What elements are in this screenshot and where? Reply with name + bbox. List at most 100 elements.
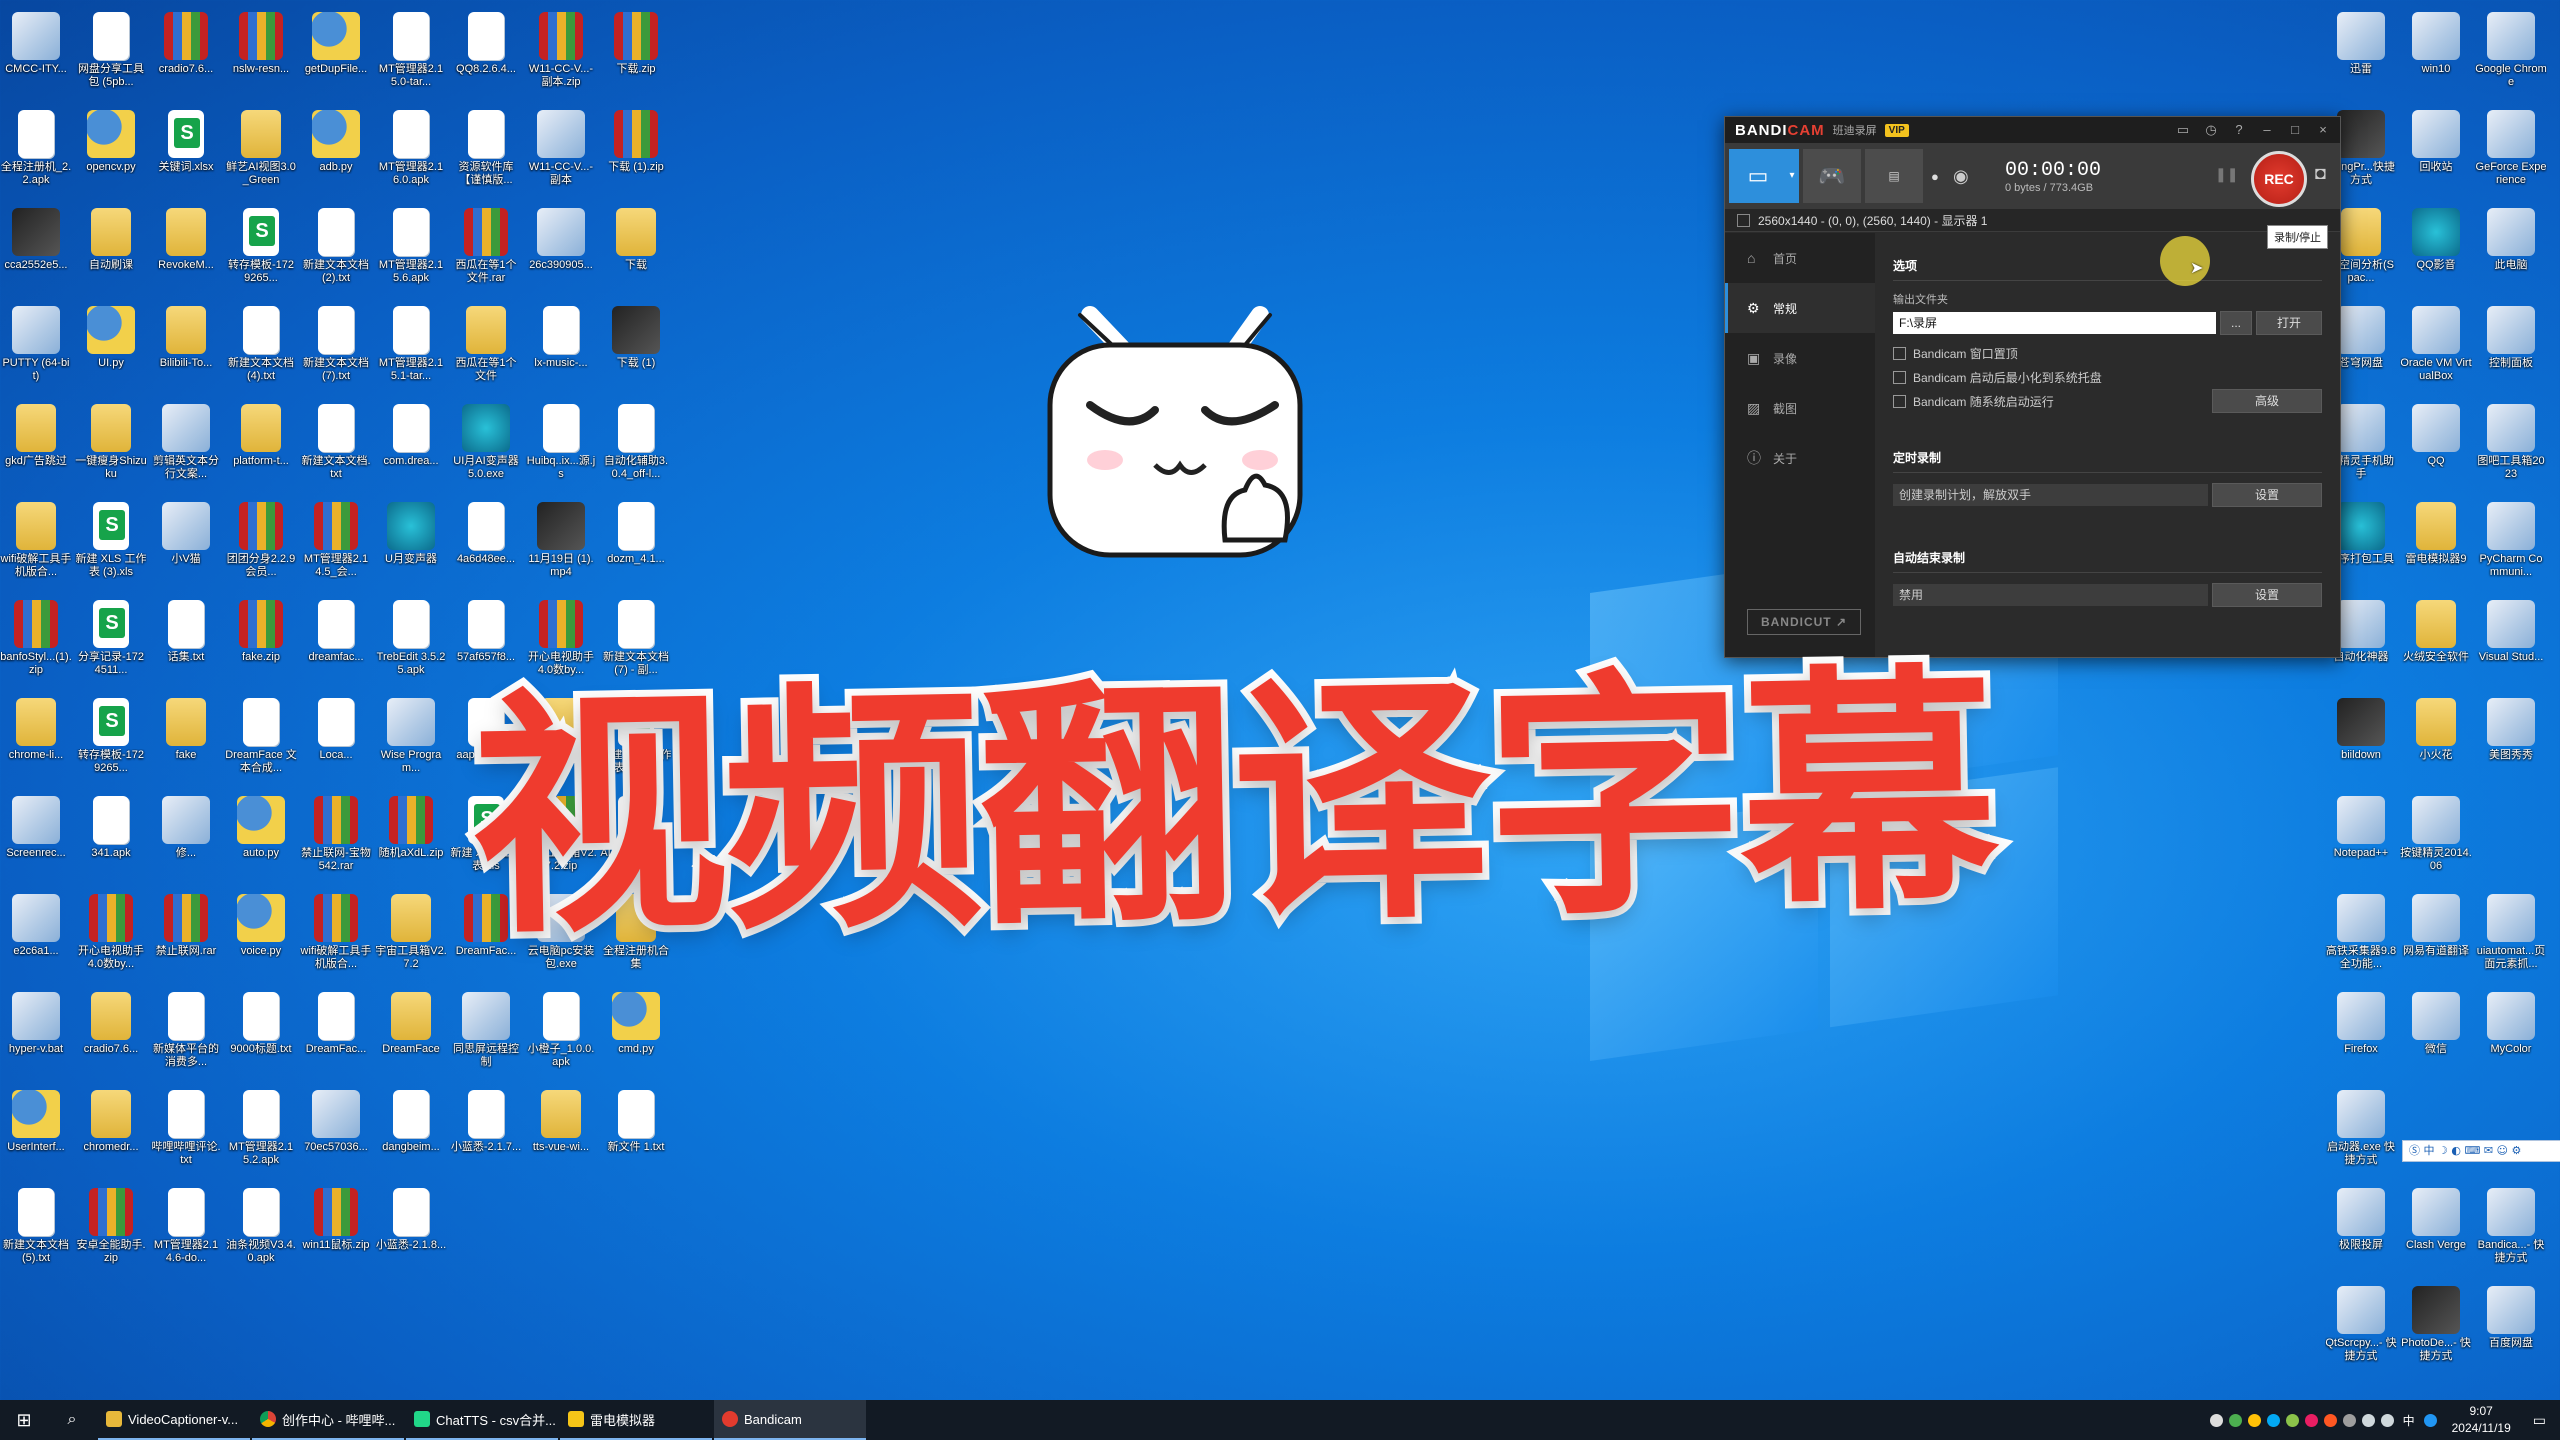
screenshot-icon[interactable]: ◘ [2315,163,2326,184]
desktop-icon[interactable]: 火绒安全软件 [2400,594,2472,690]
task-ldplayer[interactable]: 雷电模拟器 [560,1400,712,1440]
desktop-icon[interactable]: 新文件 1.txt [600,1084,672,1180]
clock[interactable]: 9:07 2024/11/19 [2452,1403,2511,1437]
tray-app-icon[interactable] [2209,1413,2223,1427]
desktop-icon[interactable]: cradio7.6... [75,986,147,1082]
desktop-icon[interactable]: win10 [2400,6,2472,102]
desktop-icon[interactable]: 美图秀秀 [2475,692,2547,788]
desktop-icon[interactable]: 新建 XLS 工作表 (3).xls [75,496,147,592]
autostop-settings-button[interactable]: 设置 [2212,583,2322,607]
desktop-icon[interactable]: PUTTY (64-bit) [0,300,72,396]
desktop-icon[interactable]: 网易有道翻译 [2400,888,2472,984]
desktop-icon[interactable]: MT管理器2.14.5_会... [300,496,372,592]
desktop-icon[interactable]: fake.zip [225,594,297,690]
desktop-icon[interactable]: MT管理器2.16.0.apk [375,104,447,200]
desktop-icon[interactable]: 下载 (1) [600,300,672,396]
desktop-icon[interactable]: adb.py [300,104,372,200]
pause-icon[interactable]: ❚❚ [2215,166,2238,183]
bandicam-window[interactable]: BANDICAM 班迪录屏 VIP ▭ ◷ ? – □ × ▭ ▾ 🎮 ▤ ● … [1724,116,2341,658]
desktop-icon[interactable]: cradio7.6... [150,6,222,102]
game-mode-button[interactable]: 🎮 [1803,149,1861,203]
desktop-icon[interactable]: GeForce Experience [2475,104,2547,200]
open-button[interactable]: 打开 [2256,311,2322,335]
desktop-icon[interactable]: 资源软件库【谨慎版... [450,104,522,200]
desktop-icon[interactable]: tts-vue-wi... [525,1084,597,1180]
desktop-icon[interactable]: 11月19日 (1).mp4 [525,496,597,592]
desktop-icon[interactable]: 一键瘦身Shizuku [75,398,147,494]
maximize-icon[interactable]: □ [2286,121,2304,139]
desktop-icon[interactable]: MT管理器2.15.1-tar... [375,300,447,396]
desktop-icon[interactable]: 安卓全能助手.zip [75,1182,147,1278]
desktop-icon[interactable]: Firefox [2325,986,2397,1082]
desktop-icon[interactable]: Oracle VM VirtualBox [2400,300,2472,396]
close-icon[interactable]: × [2314,121,2332,139]
webcam-icon[interactable]: ◉ [1953,166,1983,187]
desktop-icon[interactable]: 高铁采集器9.8全功能... [2325,888,2397,984]
desktop-icon[interactable]: QQ8.2.6.4... [450,6,522,102]
desktop-icon[interactable]: Wise Program... [375,692,447,788]
desktop-icon[interactable]: 雷电模拟器9 [2400,496,2472,592]
nav-home[interactable]: ⌂ 首页 [1725,233,1875,283]
desktop-icon[interactable]: e2c6a1... [0,888,72,984]
desktop-icon[interactable]: getDupFile... [300,6,372,102]
desktop-icon[interactable]: 新建文本文档 (2).txt [300,202,372,298]
desktop-icon[interactable]: 鲜艺AI视图3.0_Green [225,104,297,200]
desktop-icon[interactable]: TrebEdit 3.5.25.apk [375,594,447,690]
desktop-icon[interactable]: Clash Verge [2400,1182,2472,1278]
desktop-icon[interactable]: UI.py [75,300,147,396]
checkbox-topmost[interactable]: Bandicam 窗口置顶 [1893,341,2322,365]
capture-area-bar[interactable]: 2560x1440 - (0, 0), (2560, 1440) - 显示器 1 [1725,209,2340,232]
tray-app-icon[interactable] [2228,1413,2242,1427]
desktop-icon[interactable]: 百度网盘 [2475,1280,2547,1376]
clock-icon[interactable]: ◷ [2202,121,2220,139]
desktop-icon[interactable]: 转存模板-1729265... [225,202,297,298]
desktop-icon[interactable]: PyCharm Communi... [2475,496,2547,592]
desktop-icon[interactable]: 宇宙工具箱V2.7.2 [375,888,447,984]
desktop-icon[interactable]: DreamFace 文本合成... [225,692,297,788]
desktop-icon[interactable]: RevokeM... [150,202,222,298]
desktop-icon[interactable]: 分享记录-1724511... [75,594,147,690]
desktop-icon[interactable]: dozm_4.1... [600,496,672,592]
desktop-icon[interactable]: 迅雷 [2325,6,2397,102]
output-folder-field[interactable]: F:\录屏 [1893,312,2216,334]
volume-icon[interactable] [2380,1413,2394,1427]
tray-app-icon[interactable] [2342,1413,2356,1427]
desktop-icon[interactable]: DreamFac... [300,986,372,1082]
desktop-icon[interactable]: 随机aXdL.zip [375,790,447,886]
mode-dropdown-icon[interactable]: ▾ [1785,149,1799,203]
desktop-icon[interactable]: Notepad++ [2325,790,2397,886]
network-icon[interactable] [2361,1413,2375,1427]
desktop-icon[interactable]: 此电脑 [2475,202,2547,298]
tray-app-icon[interactable] [2304,1413,2318,1427]
desktop-icon[interactable]: 关键词.xlsx [150,104,222,200]
desktop-icon[interactable]: fake [150,692,222,788]
desktop-icon[interactable]: 控制面板 [2475,300,2547,396]
record-button[interactable]: REC [2251,151,2307,207]
desktop-icon[interactable]: platform-t... [225,398,297,494]
desktop-icon[interactable]: 小蓝悉-2.1.8... [375,1182,447,1278]
desktop-icon[interactable]: 小火花 [2400,692,2472,788]
desktop-icon[interactable]: 自动化辅助3.0.4_off-l... [600,398,672,494]
desktop-icon[interactable]: wifi破解工具手机版合... [300,888,372,984]
desktop-icon[interactable]: PhotoDe...- 快捷方式 [2400,1280,2472,1376]
tray-app-icon[interactable] [2323,1413,2337,1427]
notification-icon[interactable]: ▭ [2533,1412,2546,1429]
help-icon[interactable]: ? [2230,121,2248,139]
desktop-icon[interactable]: 小橙子_1.0.0.apk [525,986,597,1082]
nav-video[interactable]: ▣ 录像 [1725,333,1875,383]
desktop-icon[interactable]: W11-CC-V...- 副本 [525,104,597,200]
desktop-icon[interactable]: 新建文本文档 (5).txt [0,1182,72,1278]
desktop-icon[interactable]: 油条视频V3.4.0.apk [225,1182,297,1278]
timer-settings-button[interactable]: 设置 [2212,483,2322,507]
desktop-icon[interactable]: CMCC-ITY... [0,6,72,102]
ime-icon[interactable] [2423,1413,2437,1427]
desktop-icon[interactable]: U月变声器 [375,496,447,592]
ime-toolbar[interactable]: Ⓢ 中 ☽ ◐ ⌨ ✉ ☺ ⚙ [2402,1140,2560,1162]
desktop-icon[interactable]: Huibq..ix...源.js [525,398,597,494]
desktop-icon[interactable]: dangbeim... [375,1084,447,1180]
desktop-icon[interactable]: 禁止联网-宝物542.rar [300,790,372,886]
desktop-icon[interactable]: 新建文本文档.txt [300,398,372,494]
desktop-icon[interactable]: cca2552e5... [0,202,72,298]
vip-badge[interactable]: VIP [1884,123,1909,137]
tray-app-icon[interactable] [2285,1413,2299,1427]
